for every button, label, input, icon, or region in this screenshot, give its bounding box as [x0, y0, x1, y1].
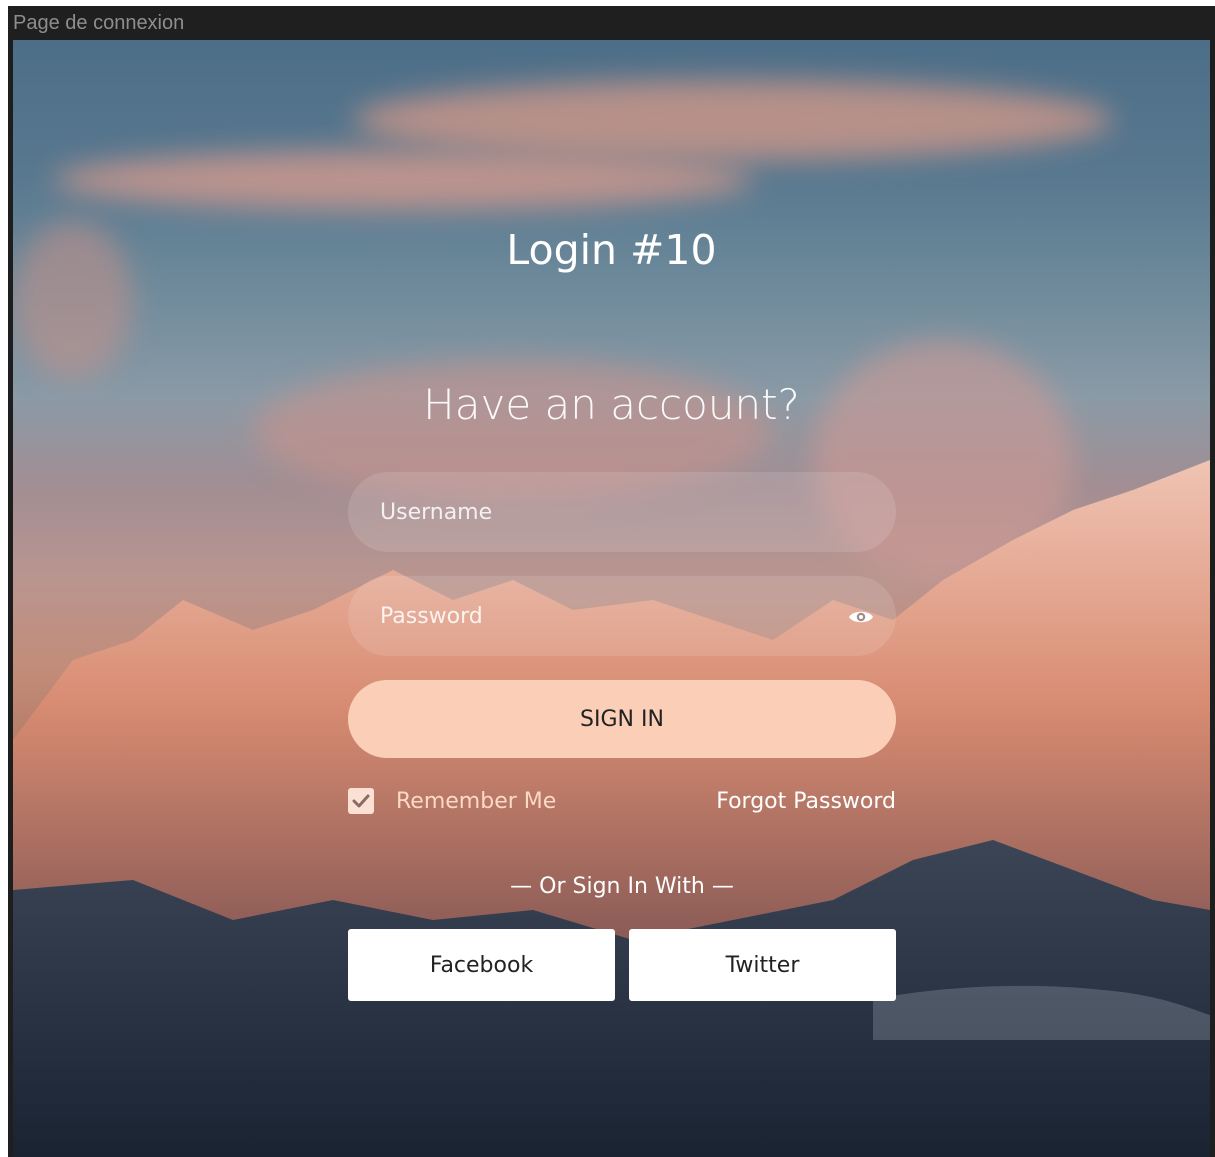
login-content: Login #10 Have an account? Username SIGN… [13, 40, 1210, 1157]
password-field-wrapper [348, 576, 896, 656]
sign-in-button[interactable]: SIGN IN [348, 680, 896, 758]
facebook-button[interactable]: Facebook [348, 929, 615, 1001]
social-buttons: Facebook Twitter [348, 929, 896, 1001]
remember-forgot-row: Remember Me Forgot Password [348, 788, 896, 828]
forgot-password-link[interactable]: Forgot Password [716, 788, 896, 816]
brand-title: Login #10 [506, 226, 717, 274]
username-input[interactable] [348, 472, 896, 552]
remember-me-checkbox[interactable]: Remember Me [348, 788, 556, 814]
username-field-wrapper [348, 472, 896, 552]
check-icon[interactable] [348, 788, 374, 814]
social-divider: — Or Sign In With — [510, 874, 734, 899]
window-title: Page de connexion [8, 6, 1215, 40]
twitter-button[interactable]: Twitter [629, 929, 896, 1001]
page-viewport: Login #10 Have an account? Username SIGN… [13, 40, 1210, 1157]
password-input[interactable] [348, 576, 896, 656]
page-heading: Have an account? [423, 380, 800, 429]
browser-window: Page de connexion Login #10 Have an acco… [8, 6, 1215, 1157]
login-form: SIGN IN Remember Me Forgot Password — Or… [348, 472, 896, 1001]
eye-icon[interactable] [848, 604, 874, 630]
remember-me-label: Remember Me [396, 788, 557, 814]
